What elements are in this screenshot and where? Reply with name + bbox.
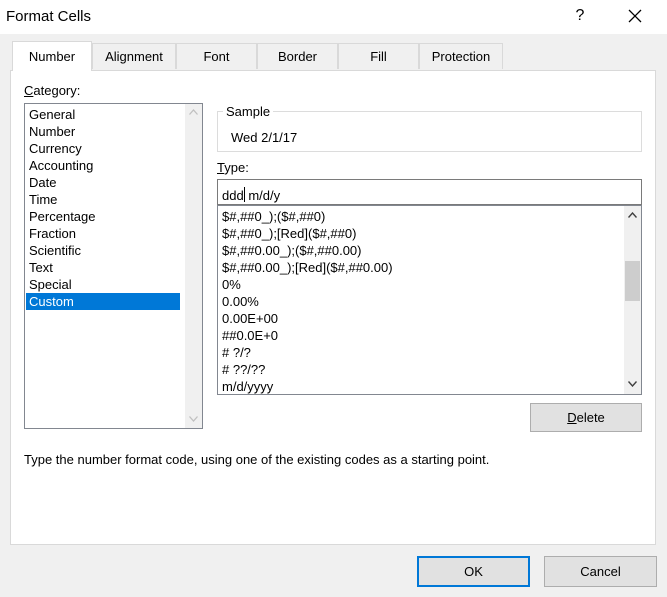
- category-scrollbar[interactable]: [185, 104, 202, 428]
- category-item-special[interactable]: Special: [26, 276, 180, 293]
- category-item-custom[interactable]: Custom: [26, 293, 180, 310]
- category-list[interactable]: General Number Currency Accounting Date Time P…: [24, 103, 203, 429]
- tab-border[interactable]: Border: [257, 43, 338, 69]
- category-item-text[interactable]: Text: [26, 259, 180, 276]
- format-code-item[interactable]: $#,##0.00_);($#,##0.00): [219, 242, 619, 259]
- category-item-percentage[interactable]: Percentage: [26, 208, 180, 225]
- ok-button[interactable]: OK: [417, 556, 530, 587]
- type-label: Type:: [217, 160, 249, 175]
- format-code-item[interactable]: # ??/??: [219, 361, 619, 378]
- category-item-general[interactable]: General: [26, 106, 180, 123]
- category-item-number[interactable]: Number: [26, 123, 180, 140]
- format-code-scrollbar[interactable]: [624, 206, 641, 394]
- close-icon: [628, 9, 642, 23]
- close-button[interactable]: [620, 2, 650, 30]
- category-item-date[interactable]: Date: [26, 174, 180, 191]
- cancel-button[interactable]: Cancel: [544, 556, 657, 587]
- text-caret: [243, 187, 245, 202]
- chevron-down-icon: [189, 416, 198, 422]
- format-code-scroll-thumb[interactable]: [625, 261, 640, 301]
- tab-font[interactable]: Font: [176, 43, 257, 69]
- chevron-up-icon: [628, 212, 637, 218]
- sample-label: Sample: [223, 104, 274, 119]
- hint-text: Type the number format code, using one o…: [24, 452, 490, 467]
- title-bar: Format Cells ?: [0, 0, 667, 34]
- window-title: Format Cells: [6, 8, 92, 25]
- type-input-value: ddd m/d/y: [222, 187, 281, 203]
- type-input[interactable]: ddd m/d/y: [217, 179, 642, 205]
- format-code-item[interactable]: $#,##0.00_);[Red]($#,##0.00): [219, 259, 619, 276]
- chevron-down-icon: [628, 381, 637, 387]
- format-code-scroll-down[interactable]: [624, 376, 641, 393]
- category-label: Category:: [24, 83, 81, 98]
- format-code-item[interactable]: 0.00%: [219, 293, 619, 310]
- category-scroll-down[interactable]: [185, 411, 202, 428]
- category-item-currency[interactable]: Currency: [26, 140, 180, 157]
- tab-number[interactable]: Number: [12, 41, 92, 71]
- tab-protection[interactable]: Protection: [419, 43, 503, 69]
- format-code-item[interactable]: ##0.0E+0: [219, 327, 619, 344]
- format-code-item[interactable]: 0%: [219, 276, 619, 293]
- format-code-item[interactable]: $#,##0_);($#,##0): [219, 208, 619, 225]
- format-code-scroll-up[interactable]: [624, 207, 641, 224]
- format-code-item[interactable]: # ?/?: [219, 344, 619, 361]
- category-item-accounting[interactable]: Accounting: [26, 157, 180, 174]
- chevron-up-icon: [189, 109, 198, 115]
- format-code-item[interactable]: $#,##0_);[Red]($#,##0): [219, 225, 619, 242]
- format-code-item[interactable]: m/d/yyyy: [219, 378, 619, 394]
- tab-fill[interactable]: Fill: [338, 43, 419, 69]
- sample-value: Wed 2/1/17: [231, 130, 298, 145]
- tab-alignment[interactable]: Alignment: [92, 43, 176, 69]
- help-button[interactable]: ?: [566, 2, 594, 30]
- category-scroll-up[interactable]: [185, 104, 202, 121]
- category-item-time[interactable]: Time: [26, 191, 180, 208]
- category-item-scientific[interactable]: Scientific: [26, 242, 180, 259]
- delete-button[interactable]: Delete: [530, 403, 642, 432]
- format-code-item[interactable]: 0.00E+00: [219, 310, 619, 327]
- category-item-fraction[interactable]: Fraction: [26, 225, 180, 242]
- format-code-list[interactable]: $#,##0_);($#,##0) $#,##0_);[Red]($#,##0) $…: [217, 205, 642, 395]
